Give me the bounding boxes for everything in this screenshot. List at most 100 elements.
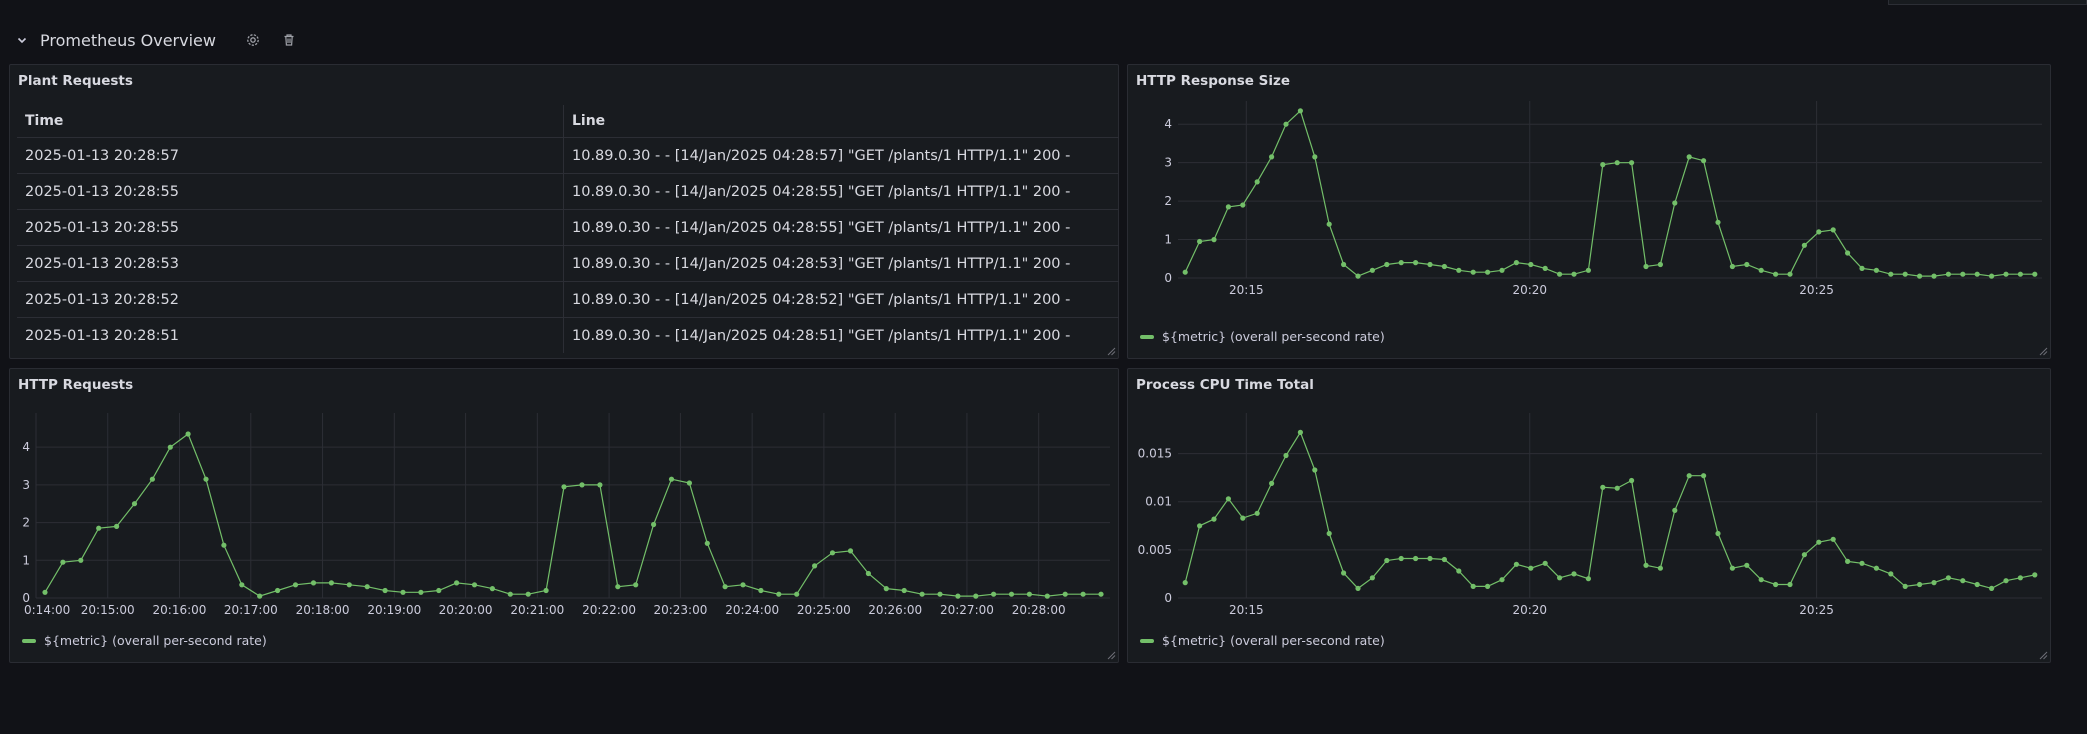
data-point <box>1845 558 1851 564</box>
data-point <box>1614 485 1620 491</box>
data-point <box>1326 221 1332 227</box>
data-point <box>1888 571 1894 577</box>
data-point <box>1873 267 1879 273</box>
http-requests-chart[interactable]: 012340:14:00 20:15:00 20:16:00 20:17:00 20:1… <box>10 369 1118 662</box>
legend-label: ${metric} (overall per-second rate) <box>44 633 267 648</box>
data-point <box>1830 536 1836 542</box>
data-point <box>1542 265 1548 271</box>
data-point <box>1427 555 1433 562</box>
data-point <box>1643 562 1649 568</box>
data-point <box>436 587 442 594</box>
data-point <box>1629 160 1635 166</box>
x-tick-label: 20:15 <box>1229 603 1264 617</box>
data-point <box>1182 269 1188 275</box>
row-header: Prometheus Overview <box>14 26 300 54</box>
x-tick-label: 20:26:00 <box>868 603 922 617</box>
trash-icon[interactable] <box>278 29 300 51</box>
data-point <box>1974 271 1980 277</box>
data-point <box>1701 158 1707 164</box>
data-point <box>221 542 227 548</box>
data-point <box>1197 523 1203 529</box>
data-point <box>1427 261 1433 268</box>
data-point <box>1830 227 1836 233</box>
x-tick-label: 20:21:00 <box>510 603 564 617</box>
data-point <box>1744 562 1750 568</box>
process-cpu-time-panel: Process CPU Time Total 0 0.005 0.01 0.015 20… <box>1127 368 2051 663</box>
x-tick-label: 20:25 <box>1799 603 1834 617</box>
data-point <box>1859 560 1865 566</box>
data-point <box>1787 581 1793 588</box>
data-point <box>1283 452 1289 459</box>
data-point <box>579 482 585 488</box>
resize-handle-icon[interactable] <box>2038 346 2048 356</box>
line-cell: 10.89.0.30 - - [14/Jan/2025 04:28:55] "G… <box>563 209 1119 246</box>
gear-icon[interactable] <box>242 29 264 51</box>
data-point <box>651 521 657 528</box>
legend-item[interactable]: ${metric} (overall per-second rate) <box>22 633 267 648</box>
data-point <box>1931 580 1937 586</box>
x-tick-label: 20:23:00 <box>653 603 707 617</box>
response-size-chart[interactable]: 0 1 2 3 4 20:15 20:20 20:25 <box>1128 65 2050 358</box>
data-point <box>1240 202 1246 208</box>
data-point <box>1528 261 1534 268</box>
data-point <box>1816 229 1822 235</box>
y-tick-label: 0.01 <box>1145 495 1172 509</box>
x-tick-label: 20:16:00 <box>153 603 207 617</box>
http-response-size-panel: HTTP Response Size 0 1 2 3 4 20:15 20:20 20:25 … <box>1127 64 2051 359</box>
table-row[interactable]: 2025-01-13 20:28:55 10.89.0.30 - - [14/Ja… <box>17 209 1119 246</box>
data-point <box>1211 237 1217 243</box>
data-point <box>1773 581 1779 588</box>
line-cell: 10.89.0.30 - - [14/Jan/2025 04:28:51] "G… <box>572 327 1071 344</box>
data-point <box>1355 273 1361 279</box>
data-point <box>1240 515 1246 521</box>
legend-label: ${metric} (overall per-second rate) <box>1162 329 1385 344</box>
legend-item[interactable]: ${metric} (overall per-second rate) <box>1140 633 1385 648</box>
data-point <box>1989 585 1995 591</box>
data-point <box>865 570 872 577</box>
column-header-time[interactable]: Time <box>17 105 564 138</box>
y-tick-label: 3 <box>1164 156 1172 170</box>
data-point <box>1513 561 1519 567</box>
data-point <box>1398 260 1404 266</box>
data-point <box>1211 516 1217 522</box>
data-point <box>812 563 818 569</box>
data-point <box>1182 580 1188 586</box>
data-point <box>1585 576 1591 582</box>
data-point <box>1888 271 1894 277</box>
data-point <box>1008 591 1015 597</box>
row-title[interactable]: Prometheus Overview <box>40 31 216 50</box>
data-point <box>633 582 639 588</box>
data-point <box>847 548 854 554</box>
data-point <box>937 591 943 597</box>
data-point <box>901 587 907 594</box>
table-row[interactable]: 2025-01-13 20:28:51 10.89.0.30 - - [14/Ja… <box>17 317 1119 353</box>
data-point <box>2003 271 2009 277</box>
cpu-time-chart[interactable]: 0 0.005 0.01 0.015 20:15 20:20 20:25 <box>1128 369 2050 662</box>
data-point <box>668 476 675 482</box>
column-header-line[interactable]: Line <box>563 105 1119 138</box>
table-row[interactable]: 2025-01-13 20:28:52 10.89.0.30 - - [14/Ja… <box>17 281 1119 318</box>
data-point <box>1369 575 1375 581</box>
data-point <box>1672 507 1678 513</box>
panel-title: Plant Requests <box>18 73 133 89</box>
data-point <box>257 593 263 599</box>
data-point <box>1542 560 1548 566</box>
data-point <box>1571 271 1577 277</box>
y-tick-label: 2 <box>22 516 30 530</box>
data-point <box>1729 263 1735 270</box>
resize-handle-icon[interactable] <box>1106 346 1116 356</box>
table-row[interactable]: 2025-01-13 20:28:55 10.89.0.30 - - [14/Ja… <box>17 173 1119 210</box>
data-point <box>1960 578 1966 584</box>
resize-handle-icon[interactable] <box>1106 650 1116 660</box>
table-row[interactable]: 2025-01-13 20:28:57 10.89.0.30 - - [14/Ja… <box>17 137 1119 174</box>
data-point <box>60 559 66 565</box>
data-point <box>275 587 281 594</box>
data-point <box>1485 583 1491 589</box>
data-point <box>42 589 48 595</box>
table-row[interactable]: 2025-01-13 20:28:53 10.89.0.30 - - [14/Ja… <box>17 245 1119 282</box>
log-table: Time Line 2025-01-13 20:28:57 10.89.0.30 … <box>17 105 1119 353</box>
resize-handle-icon[interactable] <box>2038 650 2048 660</box>
data-point <box>1470 269 1476 275</box>
legend-item[interactable]: ${metric} (overall per-second rate) <box>1140 329 1385 344</box>
chevron-down-icon[interactable] <box>14 32 30 48</box>
